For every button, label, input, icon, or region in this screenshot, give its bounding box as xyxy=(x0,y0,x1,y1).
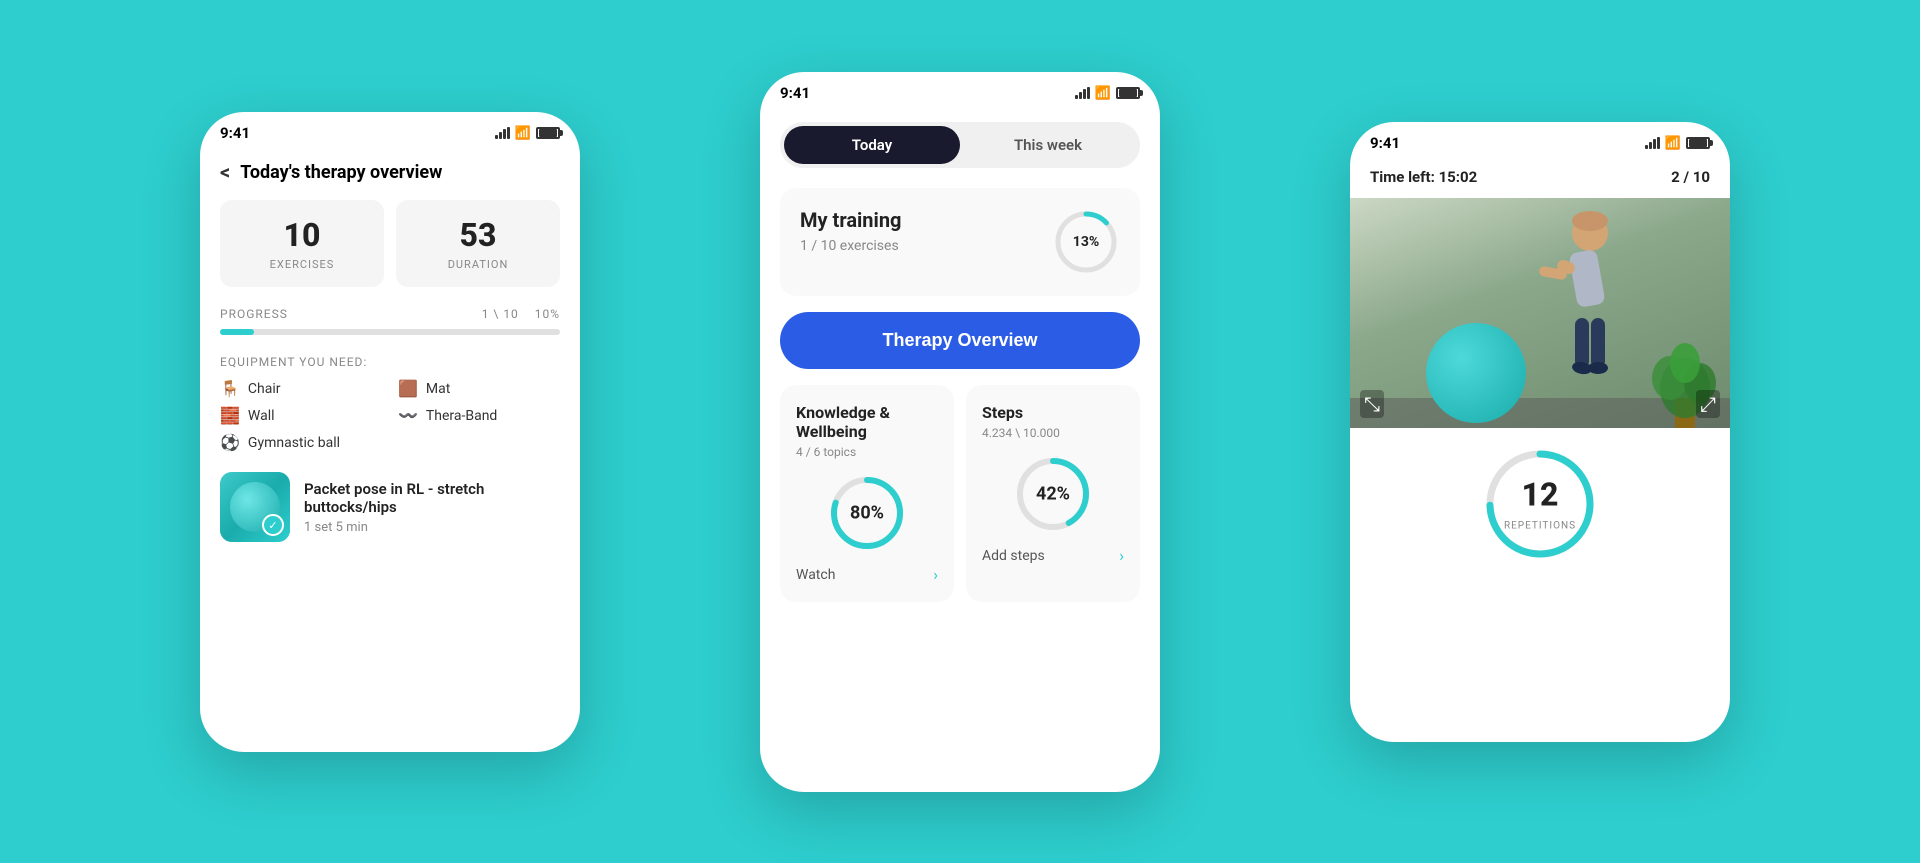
exercise-meta: 1 set 5 min xyxy=(304,520,560,535)
left-status-bar: 9:41 📶 xyxy=(200,112,580,150)
progress-header: PROGRESS 1 \ 10 10% xyxy=(220,307,560,321)
exercise-thumbnail: ✓ xyxy=(220,472,290,542)
equipment-section: EQUIPMENT YOU NEED: 🪑 Chair 🟫 Mat 🧱 9:41… xyxy=(200,355,580,452)
wifi-icon: 📶 xyxy=(515,126,531,141)
center-signal-icon xyxy=(1075,87,1090,99)
training-card: My training 1 / 10 exercises 13% xyxy=(780,188,1140,296)
exercise-video-frame: ⤢ ⤡ xyxy=(1350,198,1730,428)
equipment-wall: 🧱 9:41 Wall xyxy=(220,406,382,425)
therapy-overview-button[interactable]: Therapy Overview xyxy=(780,312,1140,369)
bottom-cards: Knowledge & Wellbeing 4 / 6 topics 80% W… xyxy=(780,385,1140,602)
left-status-icons: 📶 xyxy=(495,126,560,141)
duration-number: 53 xyxy=(412,216,544,254)
center-status-icons: 📶 xyxy=(1075,86,1140,101)
exercise-list-item[interactable]: ✓ Packet pose in RL - stretch buttocks/h… xyxy=(220,472,560,542)
compress-icon[interactable]: ⤡ xyxy=(1360,390,1384,418)
rep-number: 12 xyxy=(1504,476,1576,514)
check-icon: ✓ xyxy=(262,514,284,536)
equipment-chair: 🪑 Chair xyxy=(220,379,382,398)
tab-today[interactable]: Today xyxy=(784,126,960,164)
right-phone: 9:41 📶 Time left: 15:02 2 / 10 xyxy=(1350,122,1730,742)
stats-row: 10 EXERCISES 53 DURATION xyxy=(200,200,580,287)
wall-icon: 🧱 xyxy=(220,406,240,425)
time-left-label: Time left: xyxy=(1370,168,1435,186)
equipment-gymball: ⚽ Gymnastic ball xyxy=(220,433,382,452)
tab-this-week[interactable]: This week xyxy=(960,126,1136,164)
battery-icon xyxy=(536,127,560,139)
training-subtitle: 1 / 10 exercises xyxy=(800,238,901,254)
equipment-mat: 🟫 Mat xyxy=(398,379,560,398)
gymball-icon: ⚽ xyxy=(220,433,240,452)
equipment-label: EQUIPMENT YOU NEED: xyxy=(220,355,560,369)
exercises-number: 10 xyxy=(236,216,368,254)
chair-icon: 🪑 xyxy=(220,379,240,398)
left-time: 9:41 xyxy=(220,124,250,142)
exercise-info: Packet pose in RL - stretch buttocks/hip… xyxy=(304,480,560,535)
center-wifi-icon: 📶 xyxy=(1095,86,1111,101)
mat-icon: 🟫 xyxy=(398,379,418,398)
center-status-bar: 9:41 📶 xyxy=(760,72,1160,110)
progress-fill xyxy=(220,329,254,335)
training-percent: 13% xyxy=(1073,234,1099,250)
knowledge-subtitle: 4 / 6 topics xyxy=(796,445,938,459)
person-figure xyxy=(1495,203,1635,403)
left-page-title: Today's therapy overview xyxy=(240,162,442,183)
steps-card: Steps 4.234 \ 10.000 42% Add steps › xyxy=(966,385,1140,602)
progress-label: PROGRESS xyxy=(220,307,288,321)
knowledge-action[interactable]: Watch › xyxy=(796,565,938,584)
steps-subtitle: 4.234 \ 10.000 xyxy=(982,426,1124,440)
right-battery-icon xyxy=(1686,137,1710,149)
exercises-label: EXERCISES xyxy=(236,258,368,271)
rep-label: REPETITIONS xyxy=(1504,521,1576,532)
right-header: Time left: 15:02 2 / 10 xyxy=(1350,160,1730,198)
right-signal-icon xyxy=(1645,137,1660,149)
steps-circle: 42% xyxy=(1013,454,1093,534)
video-background: ⤢ ⤡ xyxy=(1350,198,1730,428)
duration-label: DURATION xyxy=(412,258,544,271)
right-status-icons: 📶 xyxy=(1645,136,1710,151)
steps-action[interactable]: Add steps › xyxy=(982,546,1124,565)
knowledge-chevron-icon: › xyxy=(933,565,938,584)
knowledge-circle: 80% xyxy=(827,473,907,553)
training-title: My training xyxy=(800,208,901,232)
left-header: < Today's therapy overview xyxy=(200,150,580,200)
repetitions-circle: 12 REPETITIONS xyxy=(1480,444,1600,564)
center-battery-icon xyxy=(1116,87,1140,99)
rep-label-wrap: 12 REPETITIONS xyxy=(1504,476,1576,533)
signal-icon xyxy=(495,127,510,139)
progress-value: 1 \ 10 10% xyxy=(482,307,560,321)
exercises-stat: 10 EXERCISES xyxy=(220,200,384,287)
progress-track xyxy=(220,329,560,335)
center-phone: 9:41 📶 Today This week My training 1 / 1… xyxy=(760,72,1160,792)
progress-section: PROGRESS 1 \ 10 10% xyxy=(200,307,580,335)
exercise-counter: 2 / 10 xyxy=(1671,168,1710,186)
knowledge-percent: 80% xyxy=(850,503,884,524)
duration-stat: 53 DURATION xyxy=(396,200,560,287)
right-bottom: 12 REPETITIONS xyxy=(1350,428,1730,580)
expand-icon[interactable]: ⤢ xyxy=(1696,390,1720,418)
theraband-icon: 〰️ xyxy=(398,406,418,425)
right-time: 9:41 xyxy=(1370,134,1400,152)
time-left-display: Time left: 15:02 xyxy=(1370,168,1477,186)
tab-bar: Today This week xyxy=(780,122,1140,168)
right-wifi-icon: 📶 xyxy=(1665,136,1681,151)
center-time: 9:41 xyxy=(780,84,810,102)
training-info: My training 1 / 10 exercises xyxy=(800,208,901,254)
equipment-grid: 🪑 Chair 🟫 Mat 🧱 9:41 Wall 〰️ Thera-Band … xyxy=(220,379,560,452)
training-progress-circle: 13% xyxy=(1052,208,1120,276)
knowledge-card: Knowledge & Wellbeing 4 / 6 topics 80% W… xyxy=(780,385,954,602)
steps-title: Steps xyxy=(982,403,1124,422)
steps-percent: 42% xyxy=(1036,484,1070,505)
right-status-bar: 9:41 📶 xyxy=(1350,122,1730,160)
exercise-title: Packet pose in RL - stretch buttocks/hip… xyxy=(304,480,560,516)
equipment-theraband: 〰️ Thera-Band xyxy=(398,406,560,425)
steps-chevron-icon: › xyxy=(1119,546,1124,565)
left-phone: 9:41 📶 < Today's therapy overview 10 EXE… xyxy=(200,112,580,752)
time-left-value: 15:02 xyxy=(1439,168,1478,186)
back-button[interactable]: < xyxy=(220,160,230,184)
knowledge-title: Knowledge & Wellbeing xyxy=(796,403,938,441)
